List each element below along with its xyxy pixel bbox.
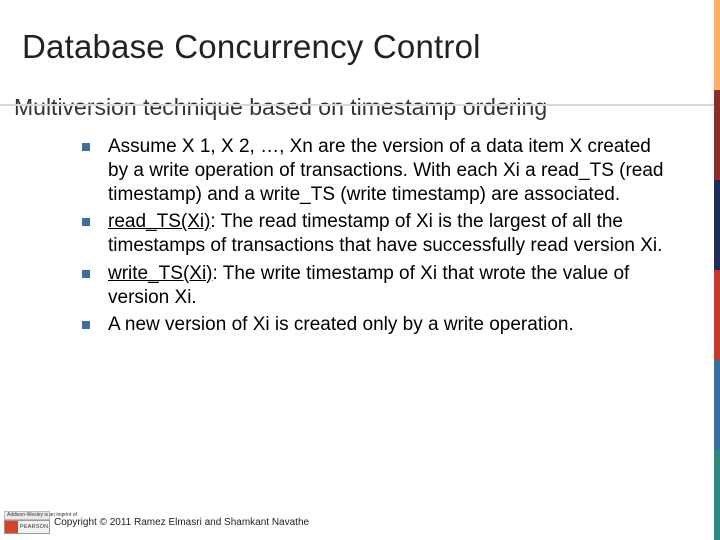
square-bullet-icon	[82, 321, 90, 329]
list-text: Assume X 1, X 2, …, Xn are the version o…	[108, 135, 672, 206]
bullet-list: Assume X 1, X 2, …, Xn are the version o…	[0, 121, 720, 337]
edge-stripe	[714, 90, 720, 180]
list-item: A new version of Xi is created only by a…	[82, 313, 672, 337]
edge-stripe	[714, 450, 720, 540]
publisher-logo: Addison-Wesley is an imprint of PEARSON	[4, 511, 50, 535]
logo-mark-icon	[5, 521, 18, 533]
square-bullet-icon	[82, 218, 90, 226]
edge-stripe	[714, 270, 720, 360]
list-item: write_TS(Xi): The write timestamp of Xi …	[82, 262, 672, 310]
slide-title: Database Concurrency Control	[0, 0, 720, 66]
list-text: read_TS(Xi): The read timestamp of Xi is…	[108, 210, 672, 258]
title-underline	[0, 104, 720, 106]
list-item: read_TS(Xi): The read timestamp of Xi is…	[82, 210, 672, 258]
square-bullet-icon	[82, 270, 90, 278]
logo-imprint-text: Addison-Wesley is an imprint of	[4, 511, 50, 521]
edge-stripe	[714, 360, 720, 450]
slide-subhead: Multiversion technique based on timestam…	[0, 66, 720, 121]
list-item: Assume X 1, X 2, …, Xn are the version o…	[82, 135, 672, 206]
copyright-text: Copyright © 2011 Ramez Elmasri and Shamk…	[54, 517, 309, 528]
square-bullet-icon	[82, 143, 90, 151]
edge-stripe	[714, 180, 720, 270]
edge-stripe	[714, 0, 720, 90]
list-text: A new version of Xi is created only by a…	[108, 313, 672, 337]
decorative-edge	[714, 0, 720, 540]
logo-brand-text: PEARSON	[18, 521, 49, 533]
logo-brand-block: PEARSON	[4, 520, 50, 534]
list-text: write_TS(Xi): The write timestamp of Xi …	[108, 262, 672, 310]
slide: Database Concurrency Control Multiversio…	[0, 0, 720, 540]
